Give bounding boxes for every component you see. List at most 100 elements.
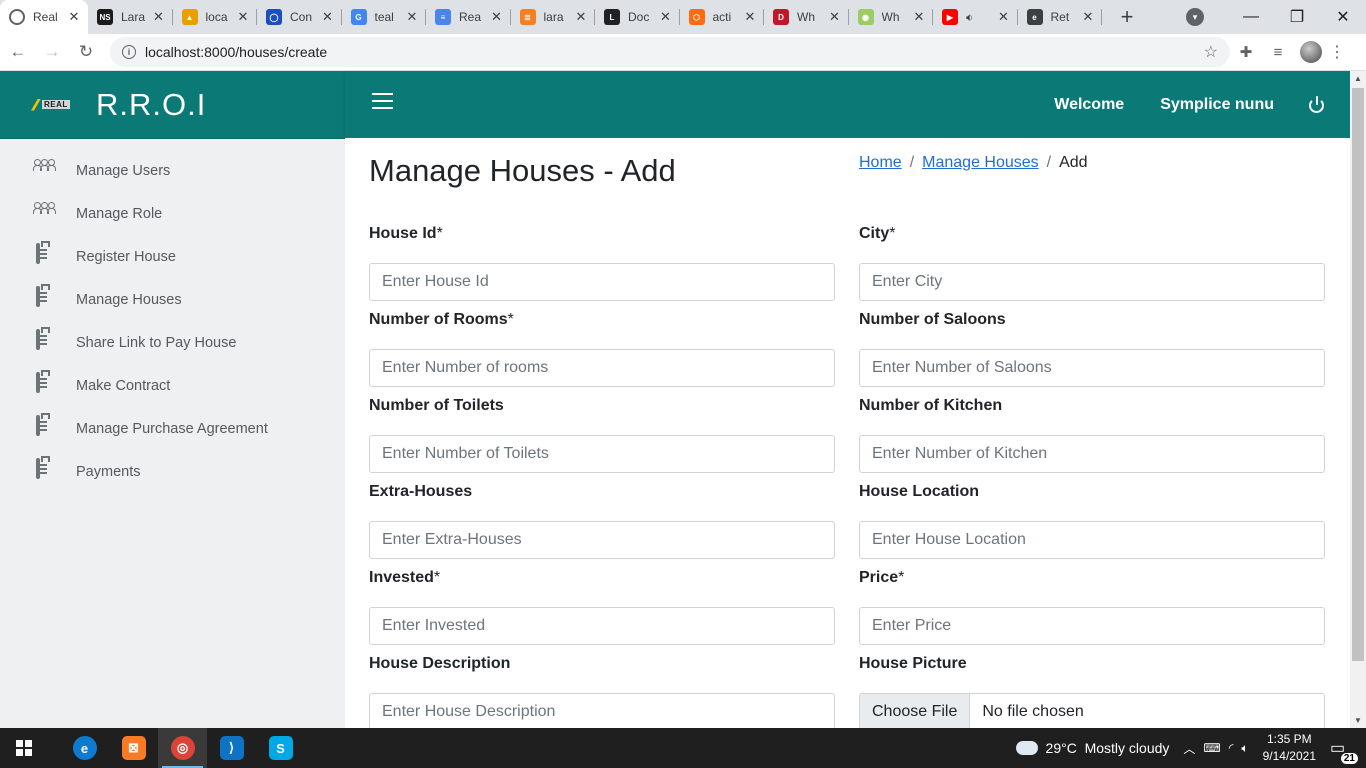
profile-avatar[interactable]: [1300, 41, 1322, 63]
sidebar-item-share-link-to-pay-house[interactable]: Share Link to Pay House: [0, 321, 345, 364]
extra-houses-input[interactable]: [369, 521, 835, 559]
back-icon[interactable]: ←: [2, 42, 34, 62]
saloons-label: Number of Saloons: [859, 311, 1006, 328]
notification-center-icon[interactable]: ▭ 21: [1330, 738, 1358, 764]
browser-tab[interactable]: ▲ loca ✕: [173, 0, 258, 34]
scroll-down-icon[interactable]: ▼: [1350, 713, 1366, 728]
browser-tab[interactable]: ≣ lara ✕: [511, 0, 596, 34]
tab-close-icon[interactable]: ✕: [320, 9, 336, 25]
picture-file-input[interactable]: Choose File No file chosen: [859, 693, 1325, 728]
browser-tab[interactable]: D Wh ✕: [764, 0, 849, 34]
new-tab-icon[interactable]: +: [1112, 4, 1142, 30]
chrome-taskbar-button[interactable]: ◎: [158, 728, 207, 768]
menu-toggle-icon[interactable]: [372, 92, 393, 109]
house-id-group: House Id*: [369, 225, 835, 301]
restore-icon[interactable]: ❐: [1274, 7, 1320, 27]
rooms-group: Number of Rooms*: [369, 311, 835, 387]
extensions-icon[interactable]: ✚: [1230, 43, 1262, 61]
clock[interactable]: 1:35 PM 9/14/2021: [1263, 731, 1316, 765]
page-scrollbar[interactable]: ▲ ▼: [1350, 71, 1366, 728]
wifi-icon[interactable]: ◜: [1229, 741, 1234, 755]
bookmark-star-icon[interactable]: ☆: [1204, 42, 1218, 62]
sidebar-item-payments[interactable]: Payments: [0, 450, 345, 493]
browser-tab[interactable]: L Doc ✕: [595, 0, 680, 34]
browser-tab[interactable]: Gteal ✕: [342, 0, 427, 34]
welcome-text: Welcome: [1054, 95, 1125, 113]
tab-close-icon[interactable]: ✕: [151, 9, 167, 25]
user-name[interactable]: Symplice nunu: [1160, 96, 1274, 114]
weather-widget[interactable]: 29°C Mostly cloudy: [1012, 736, 1170, 756]
media-control-icon[interactable]: ≡: [1262, 44, 1294, 61]
tab-title: loca: [205, 10, 228, 24]
main-content: Manage Houses - Add Home / Manage Houses…: [345, 138, 1350, 728]
sidebar-item-manage-role[interactable]: Manage Role: [0, 192, 345, 235]
clipboard-icon: [33, 286, 55, 310]
volume-icon[interactable]: 🔈︎: [1241, 741, 1248, 756]
weather-text: 29°C Mostly cloudy: [1045, 740, 1170, 756]
edge-taskbar-button[interactable]: e: [60, 728, 109, 768]
reload-icon[interactable]: ↻: [70, 42, 102, 62]
toilets-input[interactable]: [369, 435, 835, 473]
toilets-label: Number of Toilets: [369, 397, 504, 414]
browser-tab[interactable]: ◯ Con ✕: [257, 0, 342, 34]
browser-tab[interactable]: Real ✕: [0, 0, 88, 34]
clipboard-icon: [33, 415, 55, 439]
house-id-input[interactable]: [369, 263, 835, 301]
sidebar-item-register-house[interactable]: Register House: [0, 235, 345, 278]
sidebar-item-manage-purchase-agreement[interactable]: Manage Purchase Agreement: [0, 407, 345, 450]
tab-search-icon[interactable]: ▾: [1186, 8, 1204, 26]
start-button[interactable]: [0, 728, 48, 768]
brand-title[interactable]: R.R.O.I: [96, 87, 206, 123]
sidebar-item-manage-users[interactable]: Manage Users: [0, 149, 345, 192]
close-window-icon[interactable]: ✕: [1320, 7, 1366, 27]
tab-close-icon[interactable]: ✕: [573, 9, 589, 25]
browser-tab[interactable]: ▶ 🔉︎ ✕: [933, 0, 1018, 34]
power-logout-icon[interactable]: [1308, 95, 1326, 114]
url-text[interactable]: localhost:8000/houses/create: [145, 44, 1204, 60]
tab-close-icon[interactable]: ✕: [911, 9, 927, 25]
skype-taskbar-button[interactable]: S: [256, 728, 305, 768]
kitchen-input[interactable]: [859, 435, 1325, 473]
vscode-taskbar-button[interactable]: ⟩: [207, 728, 256, 768]
browser-tab[interactable]: NS Lara ✕: [88, 0, 173, 34]
tab-close-icon[interactable]: ✕: [827, 9, 843, 25]
scrollbar-thumb[interactable]: [1352, 88, 1364, 661]
browser-menu-icon[interactable]: ⋮: [1322, 42, 1352, 62]
site-info-icon[interactable]: i: [122, 45, 136, 59]
xampp-taskbar-button[interactable]: ⊠: [109, 728, 158, 768]
invested-input[interactable]: [369, 607, 835, 645]
browser-tab[interactable]: e Ret ✕: [1018, 0, 1103, 34]
sidebar-item-manage-houses[interactable]: Manage Houses: [0, 278, 345, 321]
tab-close-icon[interactable]: ✕: [742, 9, 758, 25]
city-input[interactable]: [859, 263, 1325, 301]
sidebar-item-make-contract[interactable]: Make Contract: [0, 364, 345, 407]
tab-close-icon[interactable]: ✕: [235, 9, 251, 25]
rooms-input[interactable]: [369, 349, 835, 387]
price-input[interactable]: [859, 607, 1325, 645]
choose-file-button[interactable]: Choose File: [860, 694, 971, 728]
tab-close-icon[interactable]: ✕: [66, 9, 82, 25]
tab-close-icon[interactable]: ✕: [404, 9, 420, 25]
description-input[interactable]: [369, 693, 835, 728]
saloons-input[interactable]: [859, 349, 1325, 387]
browser-tab[interactable]: ⬡ acti ✕: [680, 0, 765, 34]
minimize-icon[interactable]: —: [1228, 8, 1274, 26]
forward-icon[interactable]: →: [36, 42, 68, 62]
input-method-icon[interactable]: ⌨: [1203, 741, 1220, 755]
description-label: House Description: [369, 655, 511, 672]
address-bar[interactable]: i localhost:8000/houses/create ☆: [110, 37, 1230, 67]
tab-close-icon[interactable]: ✕: [658, 9, 674, 25]
browser-tab[interactable]: ≡ Rea ✕: [426, 0, 511, 34]
location-input[interactable]: [859, 521, 1325, 559]
chevron-up-icon[interactable]: ︿: [1183, 740, 1195, 757]
brand-logo[interactable]: REAL: [31, 98, 79, 112]
tab-close-icon[interactable]: ✕: [996, 9, 1012, 25]
breadcrumb-home-link[interactable]: Home: [859, 154, 902, 172]
tab-close-icon[interactable]: ✕: [1080, 9, 1096, 25]
tab-audio-icon[interactable]: 🔉︎: [966, 12, 973, 24]
breadcrumb-manage-houses-link[interactable]: Manage Houses: [922, 154, 1039, 172]
scroll-up-icon[interactable]: ▲: [1350, 71, 1366, 86]
tab-title: Ret: [1050, 10, 1070, 24]
tab-close-icon[interactable]: ✕: [489, 9, 505, 25]
browser-tab[interactable]: ◉ Wh ✕: [849, 0, 934, 34]
